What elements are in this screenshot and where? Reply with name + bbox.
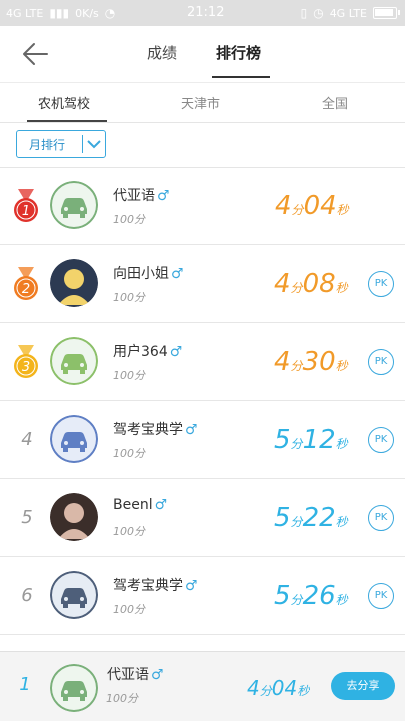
user-avatar[interactable]	[50, 493, 98, 541]
ranking-row[interactable]: 6 驾考宝典学 ♂ 100分 5分26秒 PK	[0, 557, 405, 635]
svg-text:1: 1	[22, 204, 30, 219]
medal-icon: 3	[12, 345, 40, 381]
header: 成绩 排行榜	[0, 26, 405, 82]
my-score: 100分	[106, 692, 138, 705]
region-tab-city[interactable]: 天津市	[181, 93, 220, 112]
network-type-right: 4G LTE	[329, 6, 367, 20]
user-name: 驾考宝典学 ♂	[113, 422, 198, 438]
notification-icon: ◔	[104, 6, 116, 20]
user-score: 100分	[113, 603, 145, 616]
clock: 21:12	[187, 5, 225, 20]
region-tab-school[interactable]: 农机驾校	[38, 93, 90, 112]
status-bar: 4G LTE ▮▮▮ 0K/s ◔ 21:12 ▯ ◷ 4G LTE	[0, 0, 405, 26]
user-score: 100分	[113, 291, 145, 304]
rank-number: 4	[21, 429, 33, 450]
male-icon: ♂	[185, 578, 198, 594]
user-avatar[interactable]	[50, 415, 98, 463]
user-name: 驾考宝典学 ♂	[113, 578, 198, 594]
user-score: 100分	[113, 369, 145, 382]
ranking-list: 1 代亚语 ♂ 100分 4分04秒 2 向田小姐 ♂ 100分 4分08秒 PK 3 用户364 ♂ 10…	[0, 167, 405, 635]
user-name: 代亚语 ♂	[113, 188, 170, 204]
vibrate-icon: ▯	[300, 6, 308, 20]
male-icon: ♂	[185, 422, 198, 438]
signal-icon: ▮▮▮	[49, 6, 70, 20]
ranking-row[interactable]: 1 代亚语 ♂ 100分 4分04秒	[0, 167, 405, 245]
alarm-icon: ◷	[313, 6, 324, 20]
svg-text:2: 2	[22, 282, 30, 297]
user-avatar[interactable]	[50, 181, 98, 229]
region-tab-national[interactable]: 全国	[322, 93, 348, 112]
rank-number: 6	[21, 585, 33, 606]
male-icon: ♂	[154, 497, 168, 513]
my-time: 4分04秒	[247, 676, 310, 700]
network-type: 4G LTE	[6, 6, 44, 20]
medal-icon: 1	[12, 189, 40, 225]
user-score: 100分	[113, 525, 145, 538]
male-icon: ♂	[171, 266, 184, 282]
share-button[interactable]: 去分享	[331, 672, 395, 700]
filter-bar: 月排行	[0, 122, 405, 168]
battery-icon	[373, 7, 400, 19]
completion-time: 5分26秒	[274, 581, 348, 611]
user-score: 100分	[113, 447, 145, 460]
period-dropdown-label: 月排行	[29, 137, 66, 152]
pk-button[interactable]: PK	[368, 583, 394, 609]
svg-text:3: 3	[22, 360, 30, 375]
region-tabs: 农机驾校 天津市 全国	[0, 82, 405, 123]
completion-time: 5分12秒	[274, 425, 348, 455]
rank-number: 5	[21, 507, 33, 528]
completion-time: 5分22秒	[274, 503, 348, 533]
my-rank-number: 1	[19, 674, 31, 695]
user-avatar[interactable]	[50, 571, 98, 619]
my-avatar	[50, 664, 98, 712]
completion-time: 4分04秒	[275, 191, 349, 221]
user-name: 用户364 ♂	[113, 344, 183, 360]
pk-button[interactable]: PK	[368, 349, 394, 375]
completion-time: 4分08秒	[274, 269, 348, 299]
my-name: 代亚语 ♂	[107, 667, 164, 683]
pk-button[interactable]: PK	[368, 271, 394, 297]
tab-leaderboard[interactable]: 排行榜	[216, 42, 261, 63]
tab-scores[interactable]: 成绩	[147, 42, 177, 63]
male-icon: ♂	[151, 667, 164, 683]
pk-button[interactable]: PK	[368, 427, 394, 453]
user-avatar[interactable]	[50, 259, 98, 307]
ranking-row[interactable]: 4 驾考宝典学 ♂ 100分 5分12秒 PK	[0, 401, 405, 479]
ranking-row[interactable]: 5 Beenl ♂ 100分 5分22秒 PK	[0, 479, 405, 557]
net-speed: 0K/s	[75, 6, 99, 20]
ranking-row[interactable]: 2 向田小姐 ♂ 100分 4分08秒 PK	[0, 245, 405, 323]
completion-time: 4分30秒	[274, 347, 348, 377]
chevron-down-icon	[82, 139, 105, 149]
my-rank-bar: 1 代亚语 ♂ 100分 4分04秒 去分享	[0, 651, 405, 721]
user-avatar[interactable]	[50, 337, 98, 385]
ranking-row[interactable]: 3 用户364 ♂ 100分 4分30秒 PK	[0, 323, 405, 401]
male-icon: ♂	[169, 344, 183, 360]
pk-button[interactable]: PK	[368, 505, 394, 531]
user-name: Beenl ♂	[113, 497, 168, 513]
medal-icon: 2	[12, 267, 40, 303]
user-name: 向田小姐 ♂	[113, 266, 184, 282]
tab-active-indicator	[212, 76, 270, 78]
user-score: 100分	[113, 213, 145, 226]
period-dropdown[interactable]: 月排行	[16, 130, 106, 158]
male-icon: ♂	[157, 188, 170, 204]
